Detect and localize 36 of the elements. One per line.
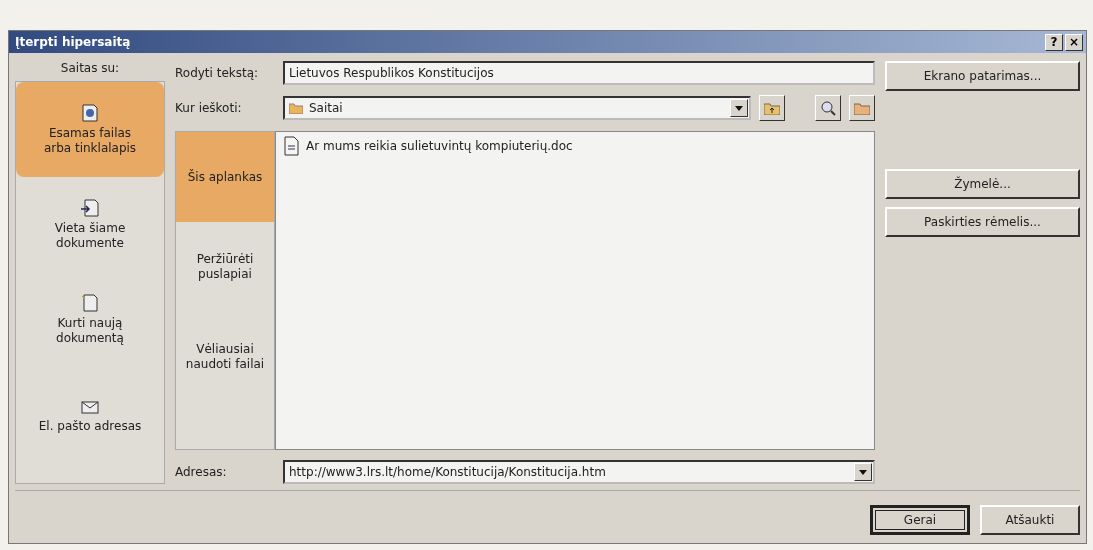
close-button[interactable]: × <box>1065 33 1083 51</box>
folder-icon <box>289 102 303 114</box>
view-item[interactable]: Vėliausiai naudoti failai <box>176 312 274 402</box>
file-item[interactable]: Ar mums reikia sulietuvintų kompiuterių.doc <box>306 139 573 153</box>
link-type-item[interactable]: El. pašto adresas <box>16 367 164 462</box>
view-item[interactable]: Šis aplankas <box>176 132 274 222</box>
dialog-button[interactable]: Gerai <box>870 505 970 535</box>
screen-tip-button[interactable]: Ekrano patarimas... <box>885 61 1080 91</box>
document-icon <box>282 136 300 156</box>
dialog-button[interactable]: Atšaukti <box>980 505 1080 535</box>
side-button[interactable]: Paskirties rėmelis... <box>885 207 1080 237</box>
document-arrow-icon <box>80 198 100 218</box>
side-button[interactable]: Žymelė... <box>885 169 1080 199</box>
display-text-field[interactable]: Lietuvos Respublikos Konstitucijos <box>283 61 875 85</box>
look-in-label: Kur ieškoti: <box>175 101 243 115</box>
caret-icon <box>859 469 867 475</box>
folder-up-icon <box>764 101 780 115</box>
open-folder-icon <box>854 101 870 115</box>
link-to-label: Saitas su: <box>60 61 120 75</box>
window-title: Įterpti hipersaitą <box>15 35 132 49</box>
address-dropdown[interactable]: http://www3.lrs.lt/home/Konstitucija/Konstitucija.htm <box>283 460 875 484</box>
caret-icon <box>735 105 743 111</box>
link-type-item[interactable]: Vieta šiame dokumente <box>16 177 164 272</box>
link-type-item[interactable]: Kurti naują dokumentą <box>16 272 164 367</box>
display-text-label: Rodyti tekstą: <box>175 66 260 80</box>
globe-document-icon <box>80 103 100 123</box>
address-label: Adresas: <box>175 465 228 479</box>
view-item[interactable]: Peržiūrėti puslapiai <box>176 222 274 312</box>
new-document-icon <box>80 293 100 313</box>
globe-search-icon <box>820 100 836 116</box>
browse-file-button[interactable] <box>849 95 875 121</box>
up-folder-button[interactable] <box>759 95 785 121</box>
help-button[interactable]: ? <box>1045 33 1063 51</box>
search-web-button[interactable] <box>815 95 841 121</box>
link-type-item[interactable]: Esamas failas arba tinklalapis <box>16 82 164 177</box>
look-in-dropdown[interactable]: Saitai <box>283 96 751 120</box>
